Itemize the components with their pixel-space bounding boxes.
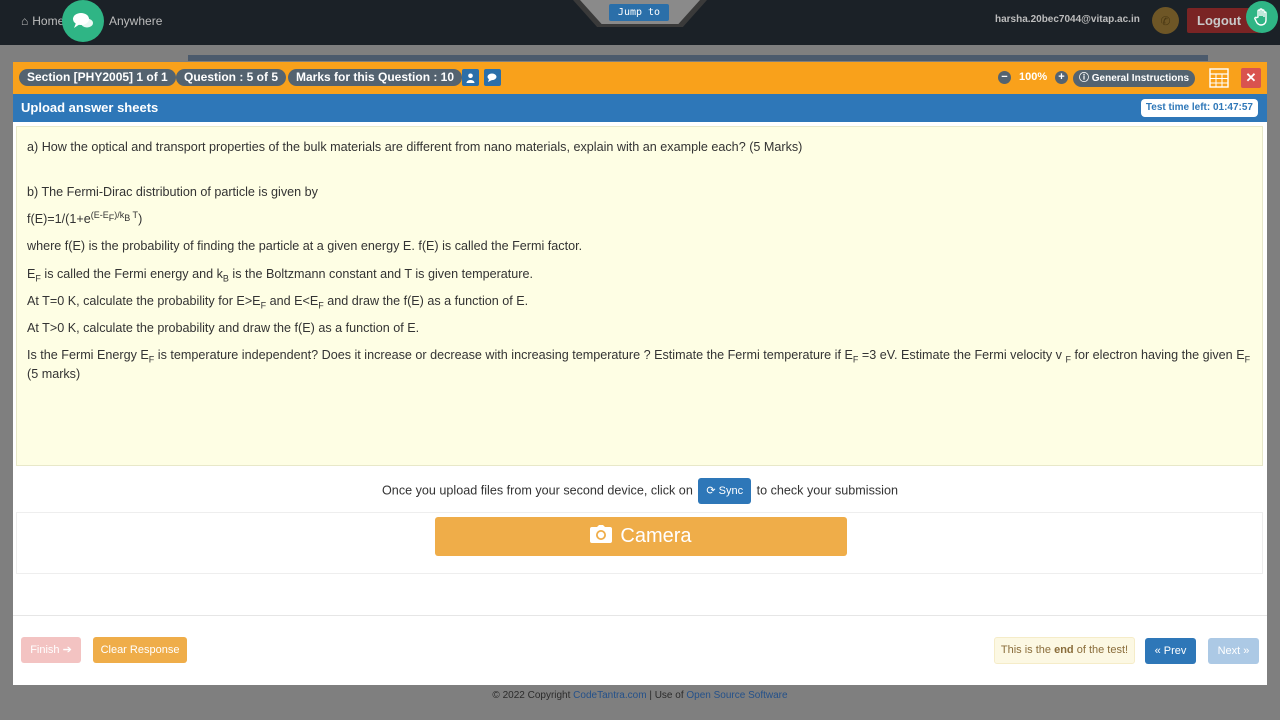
end-note-bold: end (1054, 644, 1074, 656)
sync-prefix: Once you upload files from your second d… (382, 483, 693, 498)
refresh-icon: ⟳ (706, 485, 716, 497)
comments-icon[interactable] (484, 69, 501, 86)
next-label: Next (1217, 645, 1241, 657)
page-title: Upload answer sheets (21, 100, 159, 115)
question-part-a: a) How the optical and transport propert… (27, 140, 803, 154)
zoom-out-button[interactable]: − (998, 71, 1011, 84)
user-icon[interactable] (462, 69, 479, 86)
double-left-icon: « (1154, 645, 1161, 657)
question-panel: a) How the optical and transport propert… (16, 126, 1263, 466)
chat-icon[interactable] (62, 0, 104, 42)
sync-instruction: Once you upload files from your second d… (13, 478, 1267, 504)
camera-button[interactable]: Camera (435, 517, 847, 556)
sync-label: Sync (718, 485, 744, 497)
calculator-icon[interactable] (1209, 68, 1229, 88)
home-label: Home (32, 14, 65, 28)
logout-label: Logout (1197, 13, 1242, 28)
user-email: harsha.20bec7044@vitap.ac.in (995, 14, 1140, 25)
camera-label: Camera (620, 525, 692, 547)
page-footer: © 2022 Copyright CodeTantra.com | Use of… (0, 690, 1280, 701)
raise-hand-icon[interactable] (1246, 1, 1278, 33)
jump-to-button[interactable]: Jump to (609, 4, 669, 21)
zoom-in-button[interactable]: + (1055, 71, 1068, 84)
camera-icon (590, 524, 613, 549)
fermi-energy-text: EF is called the Fermi energy and kB is … (27, 266, 533, 284)
double-right-icon: » (1243, 645, 1250, 657)
prev-button[interactable]: « Prev (1145, 638, 1196, 664)
marks-badge: Marks for this Question : 10 (288, 69, 463, 86)
question-modal: Section [PHY2005] 1 of 1 Question : 5 of… (13, 62, 1267, 685)
general-instructions-label: General Instructions (1091, 73, 1190, 84)
end-note-post: of the test! (1076, 644, 1129, 656)
next-button[interactable]: Next » (1208, 638, 1259, 664)
finish-button[interactable]: Finish ➔ (21, 637, 81, 663)
section-badge: Section [PHY2005] 1 of 1 (19, 69, 176, 86)
home-icon: ⌂ (21, 14, 29, 28)
footer-divider (13, 615, 1267, 616)
finish-label: Finish (30, 644, 60, 656)
background-strip (188, 55, 1208, 61)
modal-header: Section [PHY2005] 1 of 1 Question : 5 of… (13, 62, 1267, 94)
fermi-temperature-text: Is the Fermi Energy EF is temperature in… (27, 348, 1251, 382)
fermi-factor-text: where f(E) is the probability of finding… (27, 239, 583, 254)
copyright-text: © 2022 Copyright (492, 690, 571, 701)
fermi-dirac-formula: f(E)=1/(1+e(E-EF)/kB T) (27, 210, 143, 227)
anywhere-label: Anywhere (109, 14, 163, 28)
test-timer: Test time left: 01:47:57 (1140, 99, 1258, 117)
question-part-b: b) The Fermi-Dirac distribution of parti… (27, 185, 318, 199)
t-gt0-text: At T>0 K, calculate the probability and … (27, 320, 420, 335)
use-of-text: | Use of (649, 690, 684, 701)
sync-suffix: to check your submission (756, 483, 898, 498)
upload-panel: Camera (16, 512, 1263, 574)
modal-subheader: Upload answer sheets Test time left: 01:… (13, 94, 1267, 122)
close-button[interactable]: ✕ (1241, 68, 1261, 88)
question-badge: Question : 5 of 5 (176, 69, 287, 86)
zoom-level: 100% (1019, 71, 1048, 83)
prev-label: Prev (1163, 645, 1187, 657)
end-of-test-note: This is the end of the test! (994, 637, 1135, 664)
t0-text: At T=0 K, calculate the probability for … (27, 293, 529, 311)
home-link[interactable]: ⌂ Home (21, 14, 64, 28)
top-navbar: ⌂ Home Anywhere Jump to harsha.20bec7044@… (0, 0, 1280, 45)
end-note-pre: This is the (1000, 644, 1052, 656)
codetantra-link[interactable]: CodeTantra.com (573, 690, 646, 701)
general-instructions-button[interactable]: ⓘ General Instructions (1073, 70, 1196, 87)
sync-button[interactable]: ⟳ Sync (698, 478, 752, 504)
sign-out-icon: ➔ (62, 644, 72, 656)
open-source-link[interactable]: Open Source Software (686, 690, 787, 701)
info-icon: ⓘ (1079, 73, 1089, 84)
phone-icon[interactable]: ✆ (1152, 7, 1179, 34)
clear-response-button[interactable]: Clear Response (93, 637, 187, 663)
